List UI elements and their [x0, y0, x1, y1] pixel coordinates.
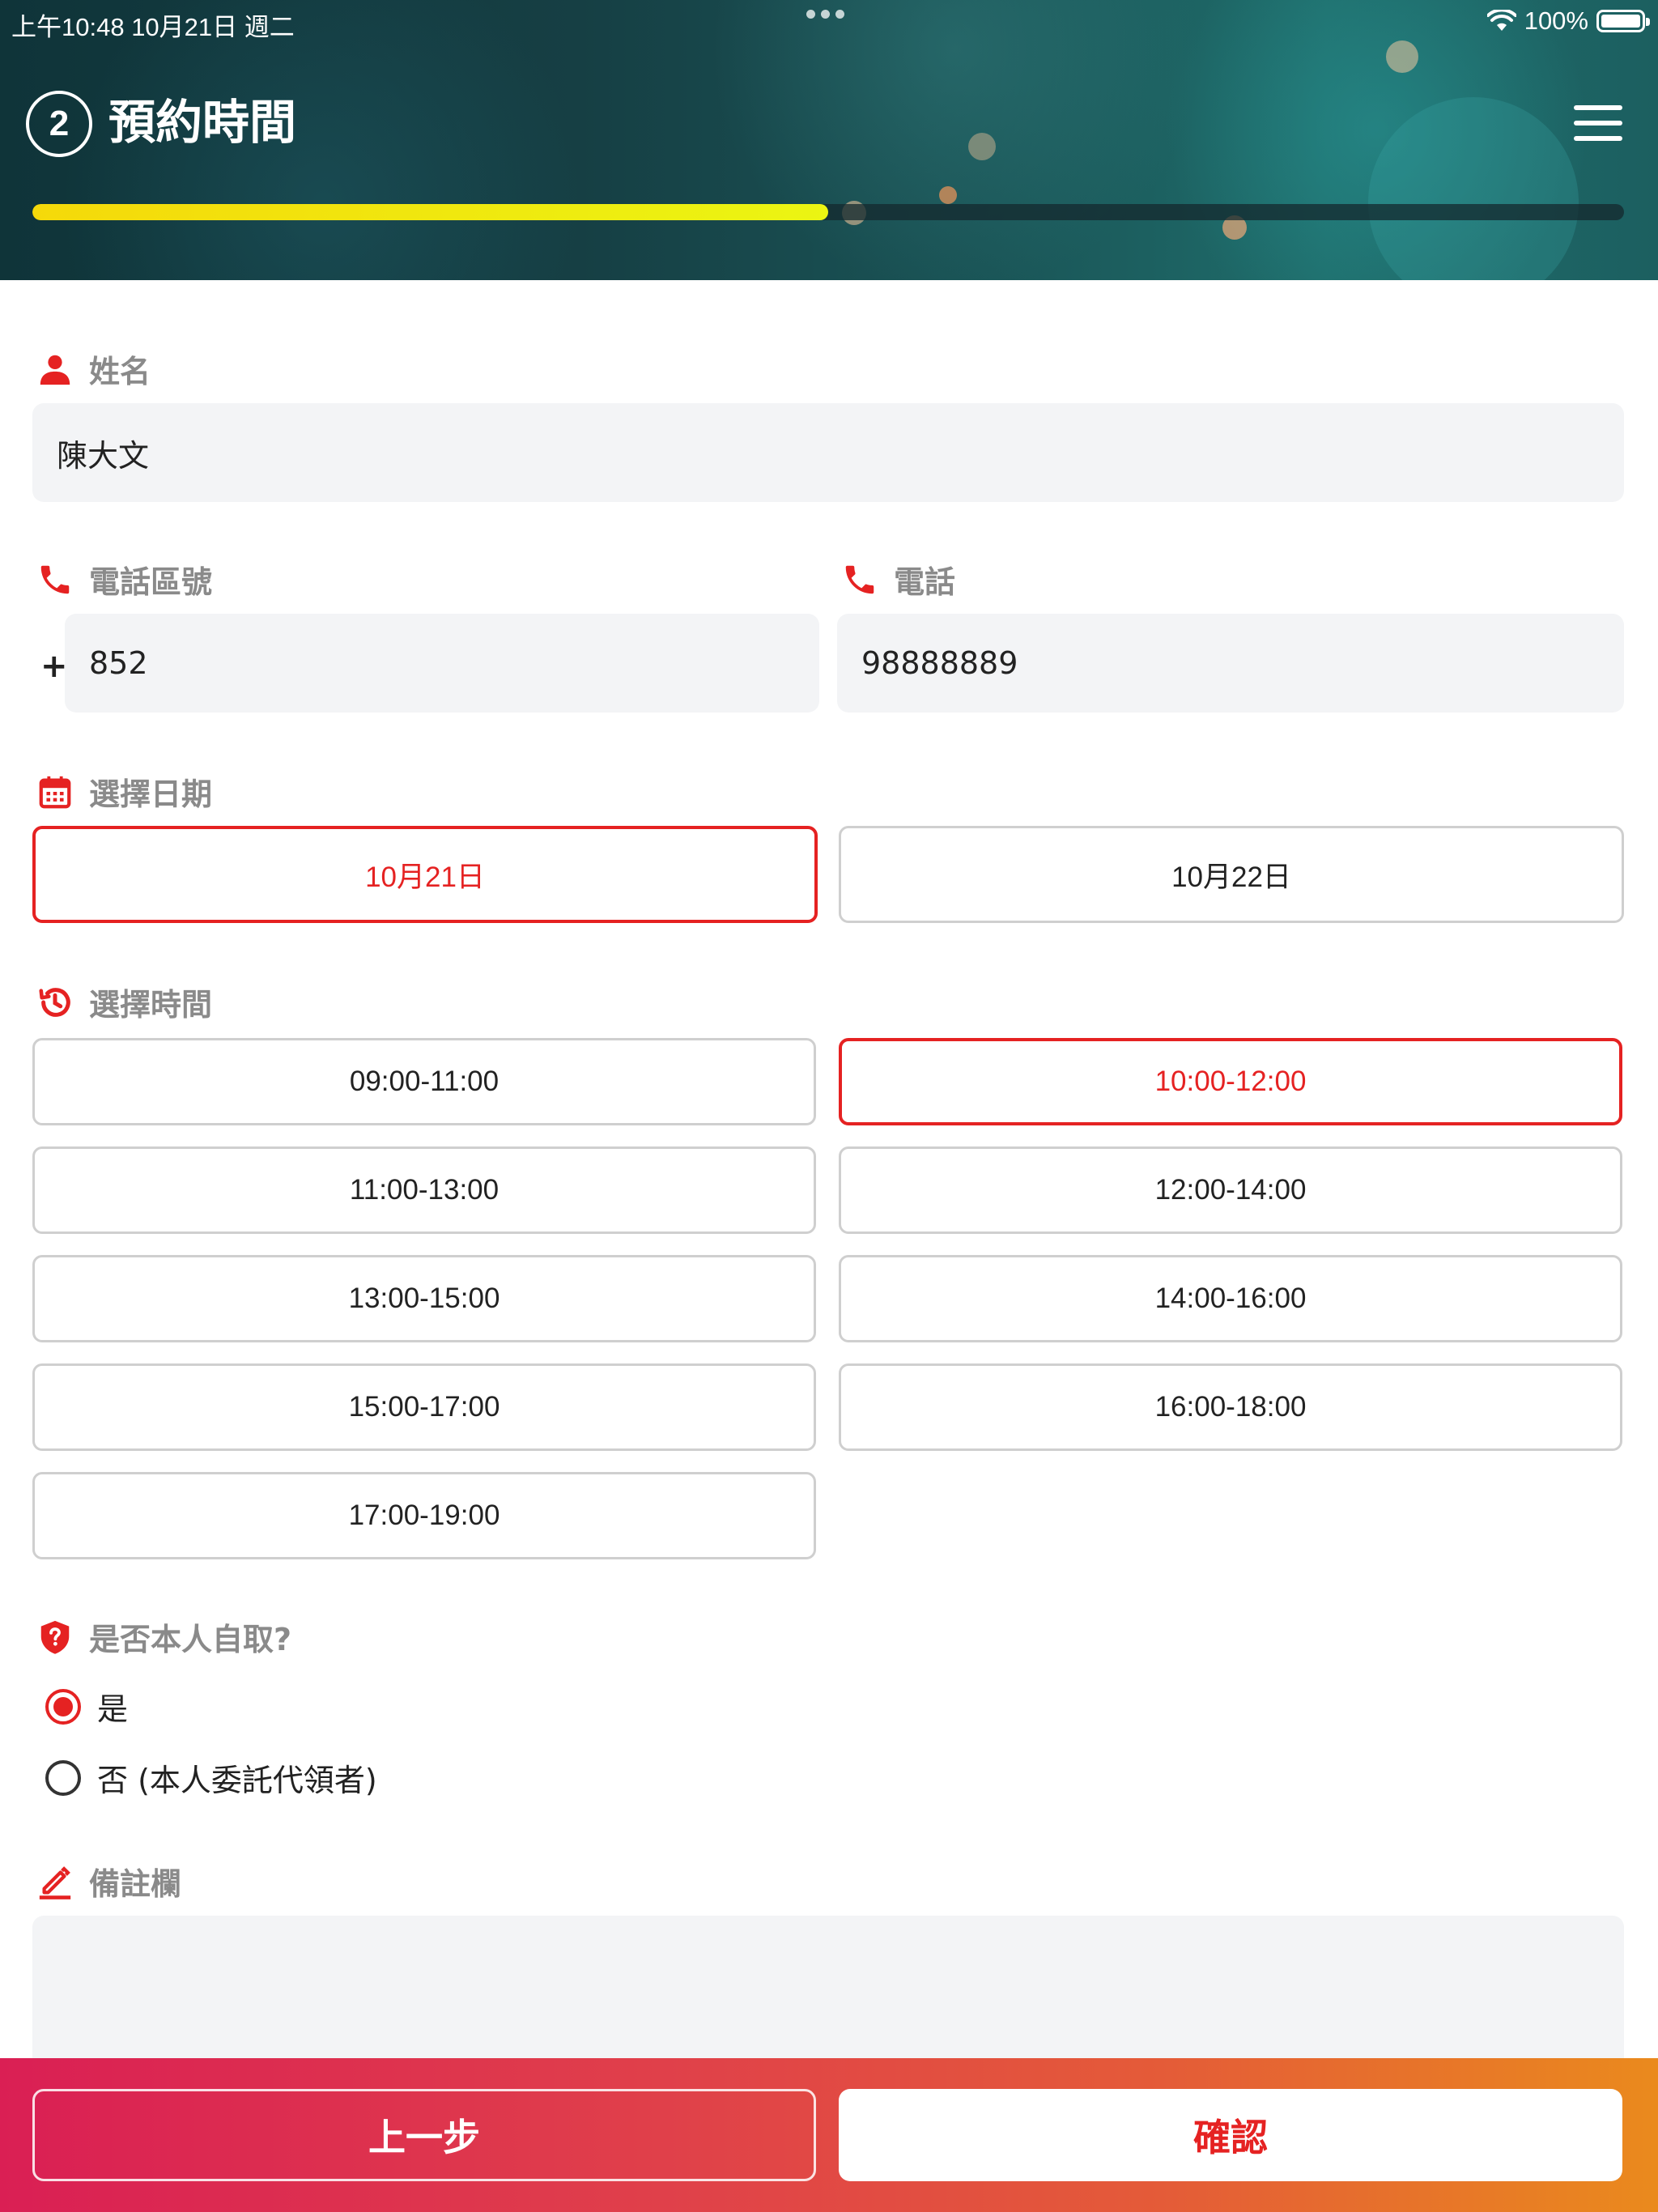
bokeh-light — [939, 186, 957, 204]
multitasking-dots-icon[interactable] — [806, 10, 844, 19]
person-icon — [36, 350, 74, 389]
time-slot-option[interactable]: 10:00-12:00 — [839, 1038, 1622, 1125]
radio-button[interactable] — [45, 1759, 81, 1796]
phone-label: 電話 — [894, 564, 956, 600]
bokeh-light — [968, 133, 996, 160]
pickup-option-label: 是 — [97, 1691, 129, 1727]
time-slot-option[interactable]: 14:00-16:00 — [839, 1255, 1622, 1342]
self-pickup-label-row: 是否本人自取? — [36, 1614, 291, 1659]
bokeh-light — [1368, 97, 1579, 280]
phone-icon — [36, 560, 74, 599]
pencil-icon — [36, 1862, 74, 1901]
date-label: 選擇日期 — [89, 776, 213, 812]
time-slot-option[interactable]: 15:00-17:00 — [32, 1363, 816, 1451]
date-option[interactable]: 10月22日 — [839, 826, 1624, 923]
phone-icon — [840, 560, 879, 599]
step-number-badge: 2 — [26, 91, 92, 157]
date-label-row: 選擇日期 — [36, 769, 212, 814]
remarks-label: 備註欄 — [89, 1866, 182, 1902]
battery-percent: 100% — [1524, 6, 1588, 35]
area-code-label: 電話區號 — [89, 564, 213, 600]
calendar-icon — [36, 772, 74, 811]
footer-bar: 上一步 確認 — [0, 2058, 1658, 2212]
history-clock-icon — [36, 983, 74, 1022]
time-label: 選擇時間 — [89, 987, 213, 1023]
name-label: 姓名 — [89, 354, 151, 389]
status-bar: 上午10:48 10月21日 週二 100% — [0, 0, 1658, 42]
name-input[interactable] — [32, 403, 1624, 502]
pickup-option-label: 否 (本人委託代領者) — [97, 1763, 377, 1798]
phone-input[interactable] — [837, 614, 1624, 713]
confirm-button[interactable]: 確認 — [839, 2089, 1622, 2181]
wifi-icon — [1486, 10, 1516, 31]
pickup-option-yes[interactable]: 是 — [45, 1684, 128, 1729]
remarks-textarea[interactable] — [32, 1916, 1624, 2078]
time-slot-option[interactable]: 13:00-15:00 — [32, 1255, 816, 1342]
self-pickup-label: 是否本人自取? — [89, 1622, 292, 1657]
page-title: 預約時間 — [108, 95, 297, 150]
header: 上午10:48 10月21日 週二 100% 2 預約時間 — [0, 0, 1658, 280]
time-slot-option[interactable]: 12:00-14:00 — [839, 1146, 1622, 1234]
radio-button[interactable] — [45, 1688, 81, 1725]
area-code-label-row: 電話區號 — [36, 557, 212, 602]
time-slot-option[interactable]: 17:00-19:00 — [32, 1472, 816, 1559]
time-slot-option[interactable]: 16:00-18:00 — [839, 1363, 1622, 1451]
area-code-plus: + — [40, 648, 68, 685]
time-slot-option[interactable]: 11:00-13:00 — [32, 1146, 816, 1234]
time-slot-option[interactable]: 09:00-11:00 — [32, 1038, 816, 1125]
status-time: 上午10:48 10月21日 週二 — [11, 13, 295, 41]
bokeh-light — [1386, 40, 1418, 73]
battery-icon — [1596, 10, 1650, 32]
back-button[interactable]: 上一步 — [32, 2089, 816, 2181]
hamburger-menu-icon[interactable] — [1574, 105, 1622, 141]
progress-bar — [32, 204, 1624, 220]
time-label-row: 選擇時間 — [36, 980, 212, 1024]
remarks-label-row: 備註欄 — [36, 1859, 181, 1904]
shield-question-icon — [36, 1618, 74, 1657]
phone-label-row: 電話 — [840, 557, 955, 602]
status-right: 100% — [1486, 6, 1650, 36]
progress-bar-fill — [32, 204, 828, 220]
name-label-row: 姓名 — [36, 347, 151, 391]
area-code-input[interactable] — [65, 614, 819, 713]
pickup-option-no[interactable]: 否 (本人委託代領者) — [45, 1755, 377, 1800]
date-option[interactable]: 10月21日 — [32, 826, 818, 923]
